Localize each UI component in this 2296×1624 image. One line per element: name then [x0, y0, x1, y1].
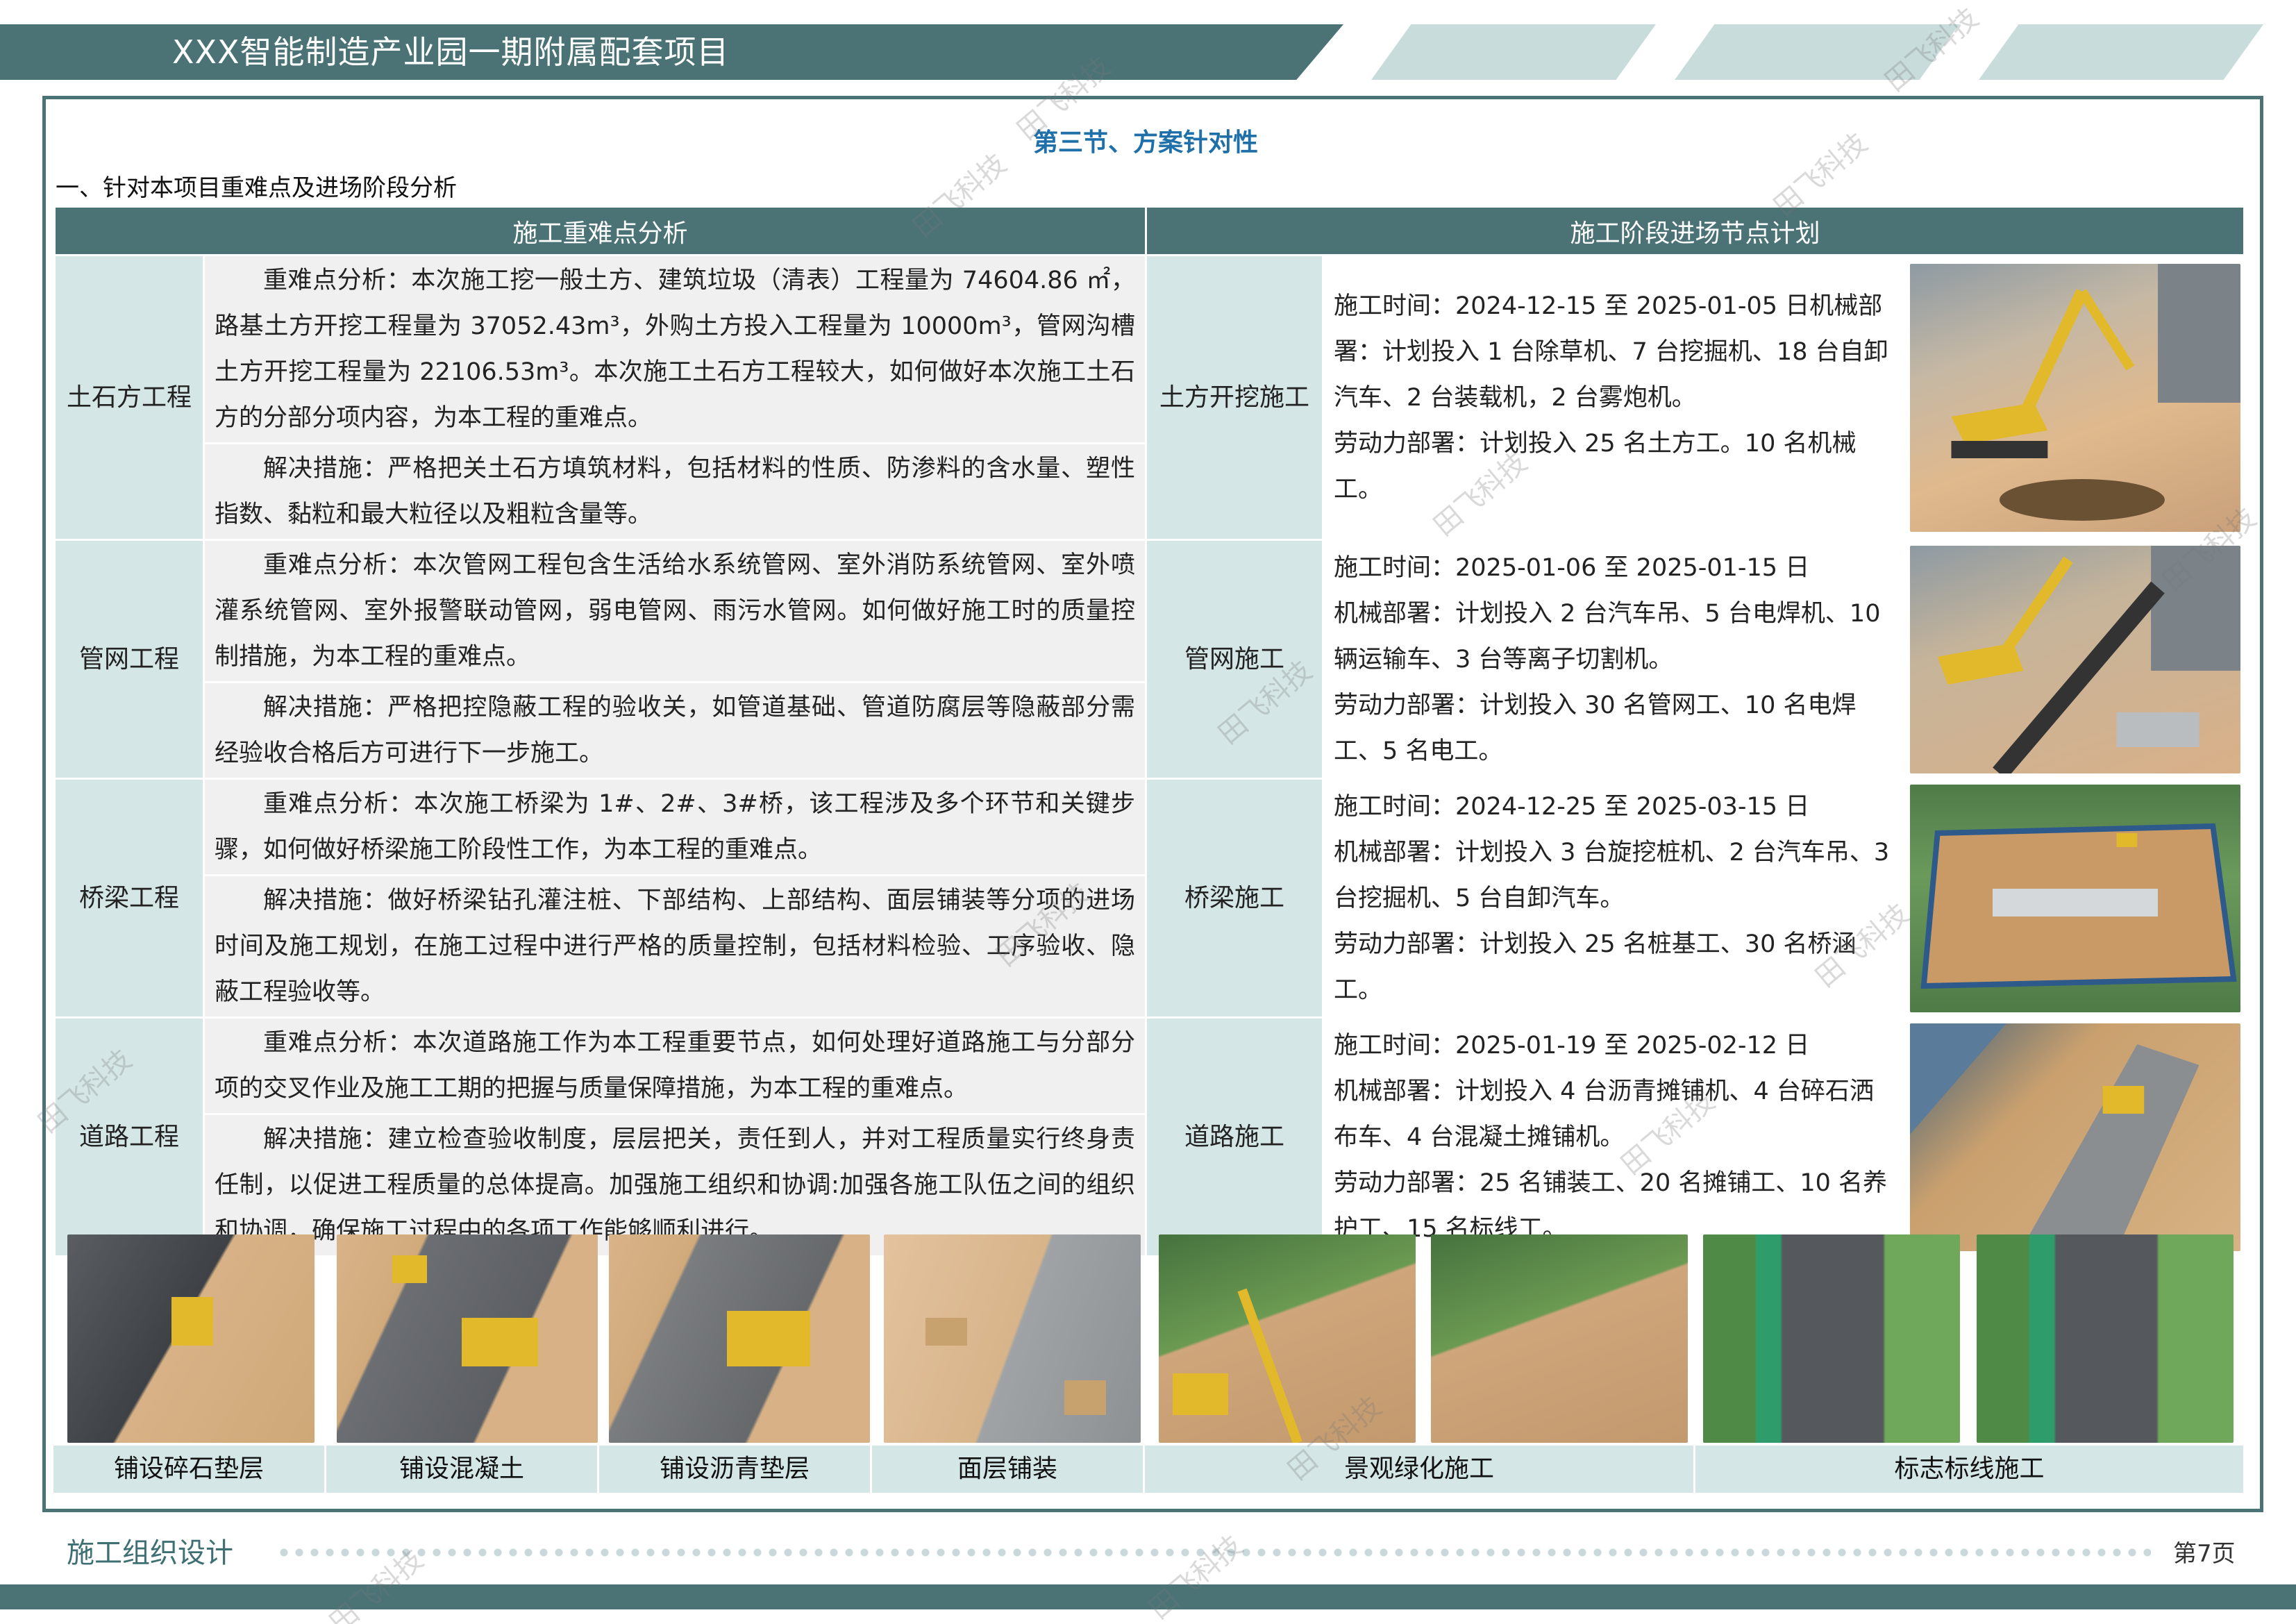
footer-title: 施工组织设计 [67, 1537, 233, 1569]
photo-gravel-base [67, 1234, 315, 1443]
plan-line: 施工时间：2024-12-15 至 2025-01-05 日机械部署：计划投入 … [1334, 292, 1888, 412]
table-row: 桥梁工程 重难点分析：本次施工桥梁为 1#、2#、3#桥，该工程涉及多个环节和关… [53, 778, 2246, 1019]
stage-cell: 桥梁施工 [1145, 778, 1325, 1019]
photo-strip: 铺设碎石垫层 铺设混凝土 铺设沥青垫层 面层铺装 景观绿化施工 标志标线施工 [53, 1234, 2243, 1493]
plan-line: 施工时间：2024-12-25 至 2025-03-15 日 [1334, 792, 1810, 821]
plan-line: 机械部署：计划投入 2 台汽车吊、5 台电焊机、10 辆运输车、3 台等离子切割… [1334, 599, 1881, 673]
subheading: 一、针对本项目重难点及进场阶段分析 [56, 174, 457, 202]
photo-asphalt-base [609, 1234, 870, 1443]
caption-gravel-base: 铺设碎石垫层 [53, 1446, 324, 1493]
bridge-site-image [1910, 784, 2241, 1012]
header-decoration [1675, 24, 1959, 80]
footer-divider [276, 1548, 2151, 1557]
stage-cell: 管网施工 [1145, 539, 1325, 780]
plan-line: 施工时间：2025-01-19 至 2025-02-12 日 [1334, 1031, 1810, 1060]
image-cell [1905, 539, 2246, 780]
plan-cell: 施工时间：2025-01-19 至 2025-02-12 日 机械部署：计划投入… [1322, 1016, 1908, 1257]
difficulty-text: 重难点分析：本次道路施工作为本工程重要节点，如何处理好道路施工与分部分项的交叉作… [202, 1016, 1148, 1115]
plan-cell: 施工时间：2025-01-06 至 2025-01-15 日 机械部署：计划投入… [1322, 539, 1908, 780]
category-cell: 桥梁工程 [53, 778, 205, 1019]
caption-landscaping: 景观绿化施工 [1145, 1446, 1693, 1493]
photo-captions: 铺设碎石垫层 铺设混凝土 铺设沥青垫层 面层铺装 景观绿化施工 标志标线施工 [53, 1446, 2243, 1493]
photo-marking-2 [1977, 1234, 2234, 1443]
plan-line: 劳动力部署：计划投入 25 名桩基工、30 名桥涵工。 [1334, 930, 1857, 1004]
category-cell: 管网工程 [53, 539, 205, 780]
table-row: 土石方工程 重难点分析：本次施工挖一般土方、建筑垃圾（清表）工程量为 74604… [53, 254, 2246, 541]
category-cell: 土石方工程 [53, 254, 205, 541]
category-cell: 道路工程 [53, 1016, 205, 1257]
analysis-table: 施工重难点分析 施工阶段进场节点计划 土石方工程 重难点分析：本次施工挖一般土方… [53, 206, 2246, 1257]
plan-cell: 施工时间：2024-12-15 至 2025-01-05 日机械部署：计划投入 … [1322, 254, 1908, 541]
plan-line: 劳动力部署：计划投入 25 名土方工。10 名机械工。 [1334, 429, 1857, 503]
table-header-row: 施工重难点分析 施工阶段进场节点计划 [53, 206, 2246, 256]
page-number: 第7页 [2173, 1540, 2236, 1568]
caption-marking: 标志标线施工 [1695, 1446, 2243, 1493]
image-cell [1905, 778, 2246, 1019]
solution-text: 解决措施：做好桥梁钻孔灌注桩、下部结构、上部结构、面层铺装等分项的进场时间及施工… [202, 874, 1148, 1019]
plan-line: 机械部署：计划投入 4 台沥青摊铺机、4 台碎石洒布车、4 台混凝土摊铺机。 [1334, 1077, 1874, 1151]
difficulty-text: 重难点分析：本次施工挖一般土方、建筑垃圾（清表）工程量为 74604.86 ㎡，… [202, 254, 1148, 444]
difficulty-text: 重难点分析：本次管网工程包含生活给水系统管网、室外消防系统管网、室外喷灌系统管网… [202, 539, 1148, 683]
plan-line: 施工时间：2025-01-06 至 2025-01-15 日 [1334, 553, 1810, 582]
photo-concrete [337, 1234, 598, 1443]
solution-text: 解决措施：严格把控隐蔽工程的验收关，如管道基础、管道防腐层等隐蔽部分需经验收合格… [202, 681, 1148, 780]
photo-landscaping-2 [1431, 1234, 1688, 1443]
plan-line: 劳动力部署：计划投入 30 名管网工、10 名电焊工、5 名电工。 [1334, 691, 1857, 765]
photo-surface-paving [884, 1234, 1141, 1443]
table-row: 道路工程 重难点分析：本次道路施工作为本工程重要节点，如何处理好道路施工与分部分… [53, 1016, 2246, 1257]
photo-marking-1 [1703, 1234, 1960, 1443]
column-header-stage-plan: 施工阶段进场节点计划 [1145, 206, 2246, 256]
plan-line: 机械部署：计划投入 3 台旋挖桩机、2 台汽车吊、3 台挖掘机、5 台自卸汽车。 [1334, 838, 1890, 912]
stage-cell: 土方开挖施工 [1145, 254, 1325, 541]
footer-band [0, 1584, 2296, 1609]
header-decoration [1371, 24, 1656, 80]
plan-cell: 施工时间：2024-12-25 至 2025-03-15 日 机械部署：计划投入… [1322, 778, 1908, 1019]
table-row: 管网工程 重难点分析：本次管网工程包含生活给水系统管网、室外消防系统管网、室外喷… [53, 539, 2246, 780]
caption-concrete: 铺设混凝土 [326, 1446, 597, 1493]
column-header-difficulty: 施工重难点分析 [53, 206, 1148, 256]
document-title: XXX智能制造产业园一期附属配套项目 [172, 33, 730, 71]
photo-landscaping-1 [1159, 1234, 1416, 1443]
image-cell [1905, 254, 2246, 541]
header-decoration [1979, 24, 2263, 80]
section-title: 第三节、方案针对性 [1032, 128, 1258, 157]
excavator-image [1910, 263, 2241, 532]
stage-cell: 道路施工 [1145, 1016, 1325, 1257]
image-cell [1905, 1016, 2246, 1257]
caption-asphalt-base: 铺设沥青垫层 [599, 1446, 870, 1493]
difficulty-text: 重难点分析：本次施工桥梁为 1#、2#、3#桥，该工程涉及多个环节和关键步骤，如… [202, 778, 1148, 876]
pipe-laying-image [1910, 545, 2241, 773]
solution-text: 解决措施：严格把关土石方填筑材料，包括材料的性质、防渗料的含水量、塑性指数、黏粒… [202, 442, 1148, 541]
caption-surface-paving: 面层铺装 [872, 1446, 1143, 1493]
road-paving-image [1910, 1023, 2241, 1251]
